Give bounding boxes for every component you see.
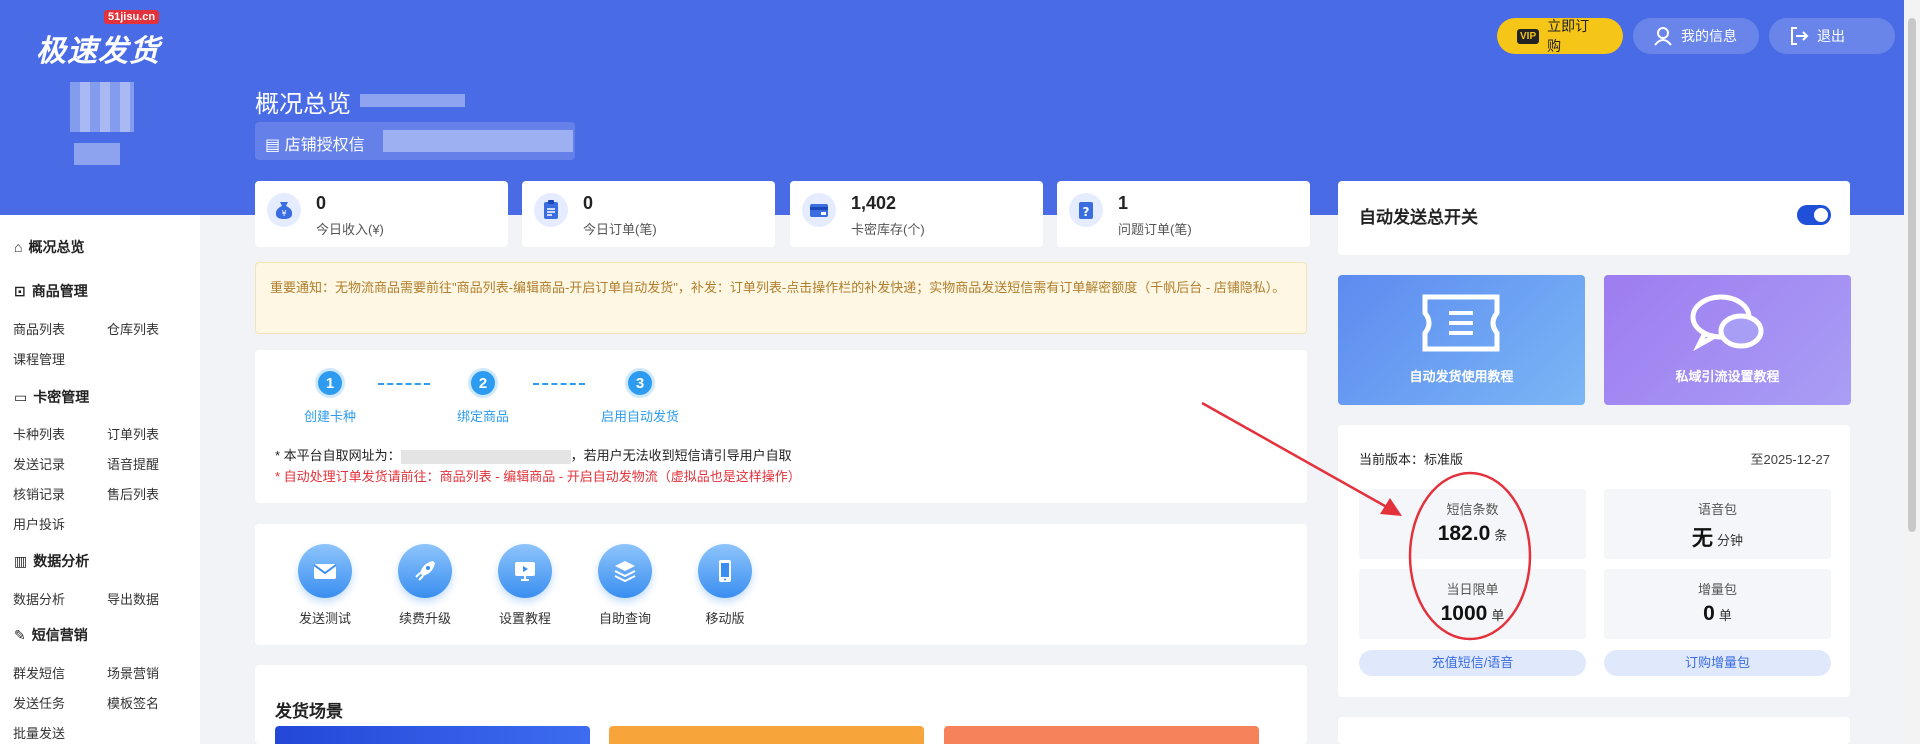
annotation-overlay (1201, 401, 1532, 641)
scrollbar-thumb[interactable] (1908, 18, 1916, 532)
annotation-arrow-icon (1201, 401, 1402, 516)
page-scrollbar[interactable] (1904, 0, 1920, 744)
annotation-circle-icon (1408, 471, 1532, 641)
